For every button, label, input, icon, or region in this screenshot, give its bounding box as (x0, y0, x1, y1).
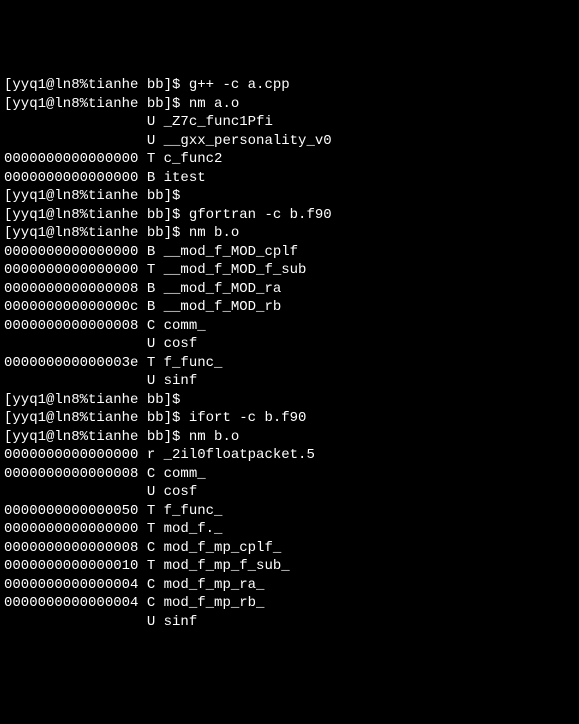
line-text: nm a.o (189, 96, 239, 112)
line-text: r _2il0floatpacket.5 (147, 447, 315, 463)
terminal-output[interactable]: [yyq1@ln8%tianhe bb]$ g++ -c a.cpp[yyq1@… (4, 76, 575, 631)
line-text: U cosf (147, 484, 197, 500)
line-prefix: 0000000000000000 (4, 521, 147, 537)
terminal-line: 0000000000000000 B itest (4, 169, 575, 188)
terminal-line: 0000000000000008 C comm_ (4, 317, 575, 336)
line-text: U _Z7c_func1Pfi (147, 114, 273, 130)
line-prefix: [yyq1@ln8%tianhe bb]$ (4, 188, 189, 204)
terminal-line: [yyq1@ln8%tianhe bb]$ gfortran -c b.f90 (4, 206, 575, 225)
line-prefix: [yyq1@ln8%tianhe bb]$ (4, 96, 189, 112)
line-prefix: [yyq1@ln8%tianhe bb]$ (4, 429, 189, 445)
line-text: T mod_f._ (147, 521, 223, 537)
line-prefix: 000000000000000c (4, 299, 147, 315)
line-text: ifort -c b.f90 (189, 410, 307, 426)
line-prefix (4, 373, 147, 389)
line-text: gfortran -c b.f90 (189, 207, 332, 223)
line-text: B itest (147, 170, 206, 186)
line-prefix: 0000000000000000 (4, 262, 147, 278)
line-prefix: 0000000000000008 (4, 466, 147, 482)
line-prefix: [yyq1@ln8%tianhe bb]$ (4, 392, 189, 408)
line-text: T c_func2 (147, 151, 223, 167)
line-text: C comm_ (147, 318, 206, 334)
line-prefix: 000000000000003e (4, 355, 147, 371)
line-text: U sinf (147, 373, 197, 389)
line-prefix: [yyq1@ln8%tianhe bb]$ (4, 225, 189, 241)
terminal-line: 0000000000000000 r _2il0floatpacket.5 (4, 446, 575, 465)
terminal-line: 0000000000000008 B __mod_f_MOD_ra (4, 280, 575, 299)
terminal-line: 0000000000000000 T c_func2 (4, 150, 575, 169)
terminal-line: [yyq1@ln8%tianhe bb]$ nm a.o (4, 95, 575, 114)
terminal-line: 000000000000000c B __mod_f_MOD_rb (4, 298, 575, 317)
terminal-line: 0000000000000004 C mod_f_mp_rb_ (4, 594, 575, 613)
line-prefix: 0000000000000010 (4, 558, 147, 574)
line-text: T f_func_ (147, 503, 223, 519)
terminal-line: [yyq1@ln8%tianhe bb]$ g++ -c a.cpp (4, 76, 575, 95)
terminal-line: U __gxx_personality_v0 (4, 132, 575, 151)
line-text: g++ -c a.cpp (189, 77, 290, 93)
line-prefix: 0000000000000050 (4, 503, 147, 519)
terminal-line: [yyq1@ln8%tianhe bb]$ nm b.o (4, 224, 575, 243)
terminal-line: 0000000000000008 C mod_f_mp_cplf_ (4, 539, 575, 558)
terminal-line: U sinf (4, 372, 575, 391)
line-prefix: 0000000000000008 (4, 540, 147, 556)
line-text: C mod_f_mp_ra_ (147, 577, 265, 593)
terminal-line: [yyq1@ln8%tianhe bb]$ (4, 391, 575, 410)
line-prefix: 0000000000000008 (4, 318, 147, 334)
line-prefix (4, 484, 147, 500)
line-text: T f_func_ (147, 355, 223, 371)
terminal-line: U cosf (4, 483, 575, 502)
line-prefix (4, 336, 147, 352)
terminal-line: [yyq1@ln8%tianhe bb]$ (4, 187, 575, 206)
line-text: U sinf (147, 614, 197, 630)
terminal-line: [yyq1@ln8%tianhe bb]$ ifort -c b.f90 (4, 409, 575, 428)
line-text: B __mod_f_MOD_cplf (147, 244, 298, 260)
line-prefix: 0000000000000000 (4, 151, 147, 167)
terminal-line: U _Z7c_func1Pfi (4, 113, 575, 132)
line-text: U __gxx_personality_v0 (147, 133, 332, 149)
line-text: B __mod_f_MOD_rb (147, 299, 281, 315)
terminal-line: 0000000000000004 C mod_f_mp_ra_ (4, 576, 575, 595)
line-text: T __mod_f_MOD_f_sub (147, 262, 307, 278)
line-prefix: 0000000000000004 (4, 595, 147, 611)
terminal-line: U sinf (4, 613, 575, 632)
line-text: C mod_f_mp_rb_ (147, 595, 265, 611)
line-prefix: 0000000000000004 (4, 577, 147, 593)
line-prefix: [yyq1@ln8%tianhe bb]$ (4, 77, 189, 93)
line-prefix: [yyq1@ln8%tianhe bb]$ (4, 207, 189, 223)
terminal-line: 0000000000000000 B __mod_f_MOD_cplf (4, 243, 575, 262)
terminal-line: U cosf (4, 335, 575, 354)
line-prefix: 0000000000000000 (4, 244, 147, 260)
line-text: U cosf (147, 336, 197, 352)
line-text: T mod_f_mp_f_sub_ (147, 558, 290, 574)
terminal-line: 0000000000000010 T mod_f_mp_f_sub_ (4, 557, 575, 576)
terminal-line: 0000000000000008 C comm_ (4, 465, 575, 484)
line-text: C mod_f_mp_cplf_ (147, 540, 281, 556)
line-prefix: [yyq1@ln8%tianhe bb]$ (4, 410, 189, 426)
terminal-line: 0000000000000050 T f_func_ (4, 502, 575, 521)
line-prefix (4, 114, 147, 130)
line-text: nm b.o (189, 225, 239, 241)
line-text: nm b.o (189, 429, 239, 445)
terminal-line: 000000000000003e T f_func_ (4, 354, 575, 373)
line-text: B __mod_f_MOD_ra (147, 281, 281, 297)
line-text: C comm_ (147, 466, 206, 482)
line-prefix (4, 133, 147, 149)
line-prefix (4, 614, 147, 630)
terminal-line: [yyq1@ln8%tianhe bb]$ nm b.o (4, 428, 575, 447)
line-prefix: 0000000000000008 (4, 281, 147, 297)
terminal-line: 0000000000000000 T mod_f._ (4, 520, 575, 539)
terminal-line: 0000000000000000 T __mod_f_MOD_f_sub (4, 261, 575, 280)
line-prefix: 0000000000000000 (4, 170, 147, 186)
line-prefix: 0000000000000000 (4, 447, 147, 463)
